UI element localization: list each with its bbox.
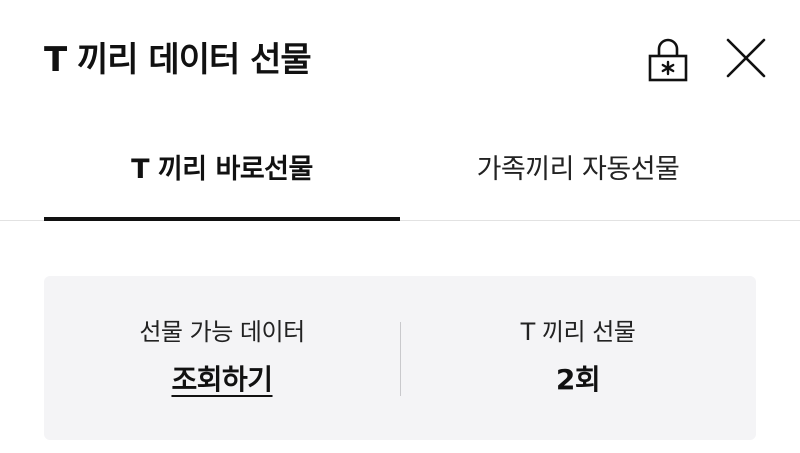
gift-count-label: T 끼리 선물 xyxy=(520,318,636,346)
active-tab-indicator xyxy=(44,217,400,221)
giftable-data-section: 선물 가능 데이터 조회하기 xyxy=(44,276,400,440)
lock-icon[interactable] xyxy=(646,36,690,82)
tab-bar: T 끼리 바로선물 가족끼리 자동선물 xyxy=(0,140,800,222)
tab-family-auto-gift[interactable]: 가족끼리 자동선물 xyxy=(400,140,756,220)
lookup-link[interactable]: 조회하기 xyxy=(171,362,273,398)
page-title: T 끼리 데이터 선물 xyxy=(44,40,312,80)
gift-info-card: 선물 가능 데이터 조회하기 T 끼리 선물 2회 xyxy=(44,276,756,440)
gift-count-value: 2회 xyxy=(555,363,601,396)
lock-asterisk-icon xyxy=(648,38,688,82)
close-icon xyxy=(726,38,766,78)
close-button[interactable] xyxy=(722,36,770,82)
data-gift-page: T 끼리 데이터 선물 T 끼리 바로선물 가족끼리 자동선물 선물 가능 데이… xyxy=(0,0,800,453)
gift-count-section: T 끼리 선물 2회 xyxy=(400,276,756,440)
giftable-data-value: 조회하기 xyxy=(44,362,400,398)
giftable-data-label: 선물 가능 데이터 xyxy=(139,318,305,346)
tab-t-direct-gift[interactable]: T 끼리 바로선물 xyxy=(44,140,400,220)
